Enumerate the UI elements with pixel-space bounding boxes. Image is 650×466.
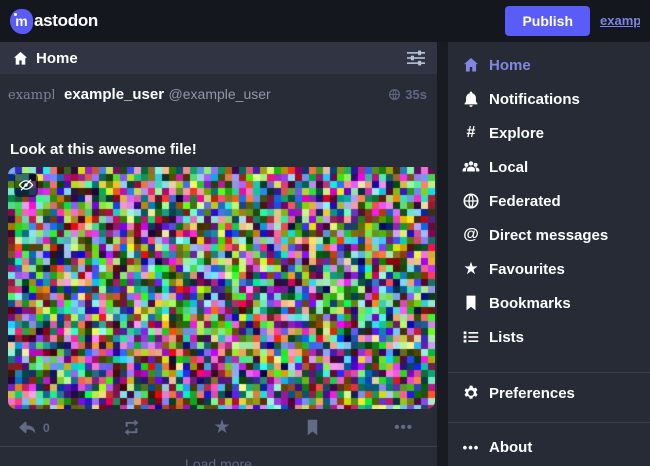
hide-media-button[interactable] [14,173,38,197]
mastodon-glyph-icon: m [10,9,33,34]
media-attachment[interactable] [8,167,425,409]
media-image[interactable] [8,167,435,409]
